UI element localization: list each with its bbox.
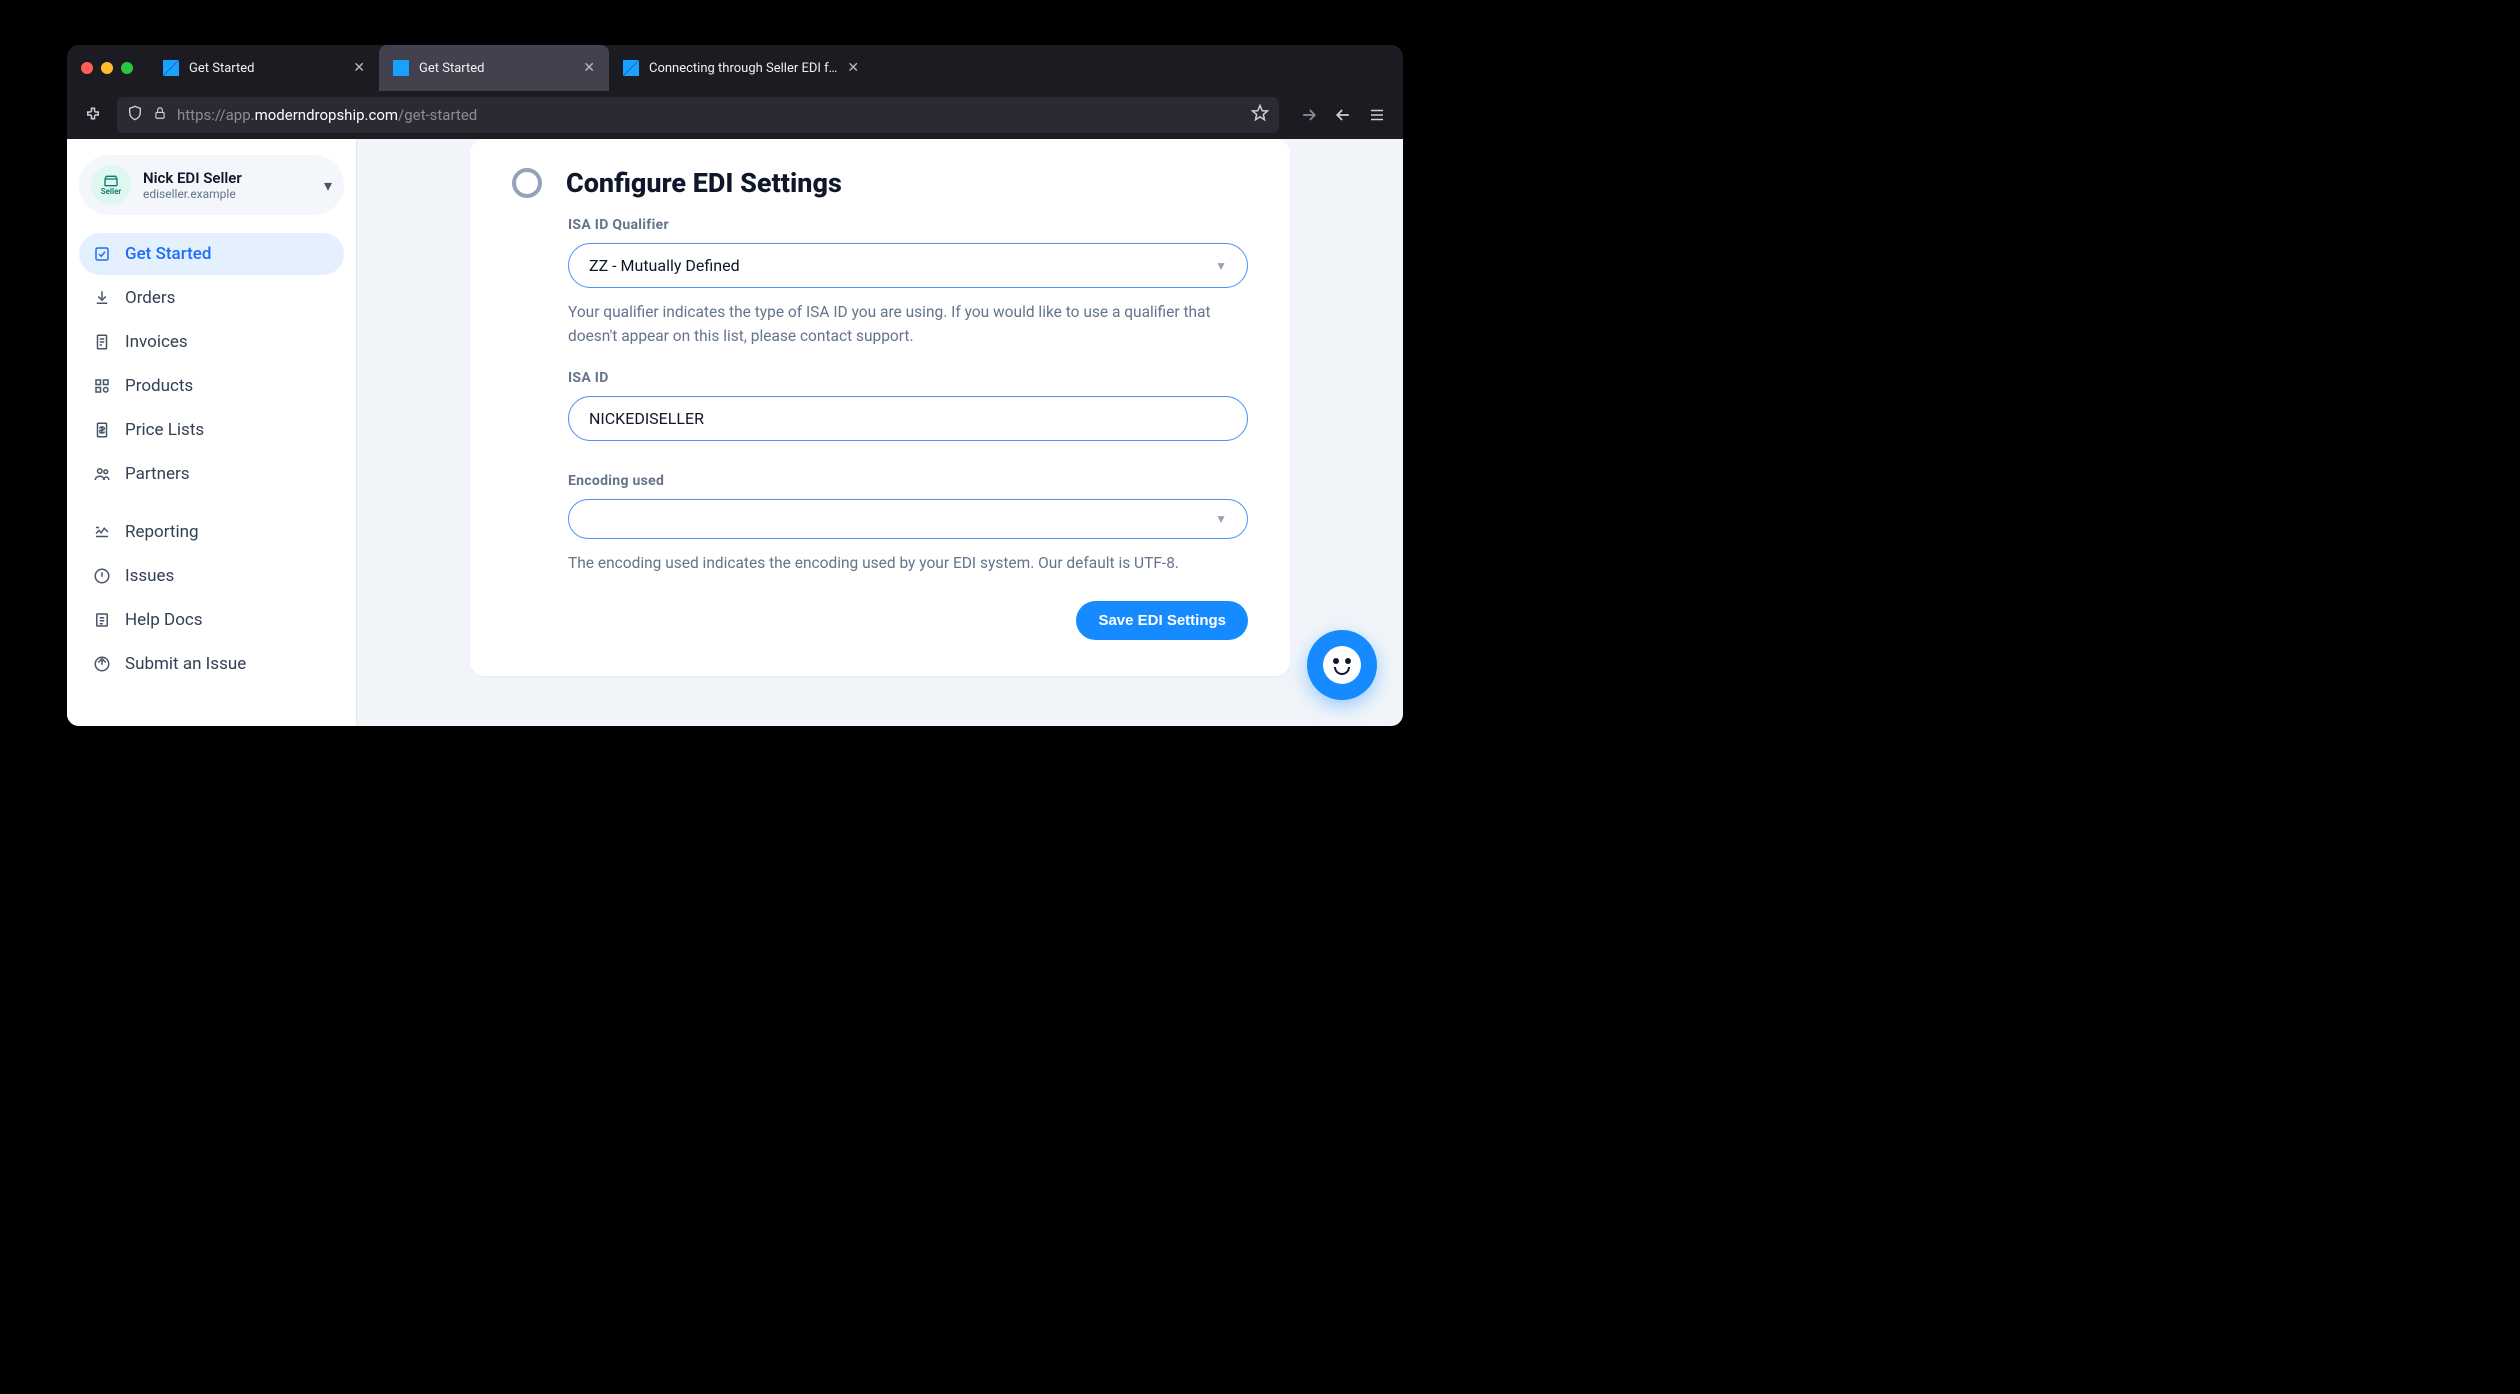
- qualifier-help: Your qualifier indicates the type of ISA…: [568, 300, 1248, 348]
- nav-submit-issue[interactable]: Submit an Issue: [79, 643, 344, 685]
- sidebar: Seller Nick EDI Seller ediseller.example…: [67, 139, 357, 726]
- tab-2[interactable]: Connecting through Seller EDI f… ✕: [609, 45, 873, 91]
- qualifier-select[interactable]: ZZ - Mutually Defined ▼: [568, 243, 1248, 288]
- tab-close-icon[interactable]: ✕: [353, 60, 365, 76]
- account-name: Nick EDI Seller: [143, 169, 242, 187]
- window-close[interactable]: [81, 62, 93, 74]
- main: Configure EDI Settings ISA ID Qualifier …: [357, 139, 1403, 726]
- menu-icon[interactable]: [1363, 101, 1391, 129]
- tab-close-icon[interactable]: ✕: [583, 60, 595, 76]
- account-subdomain: ediseller.example: [143, 187, 242, 201]
- nav-partners[interactable]: Partners: [79, 453, 344, 495]
- isa-input-wrapper: [568, 396, 1248, 441]
- traffic-lights: [81, 62, 133, 74]
- qualifier-label: ISA ID Qualifier: [568, 217, 1248, 233]
- encoding-help: The encoding used indicates the encoding…: [568, 551, 1248, 575]
- favicon-icon: [163, 60, 179, 76]
- nav-list: Get Started Orders Invoices Products Pri…: [79, 233, 344, 685]
- step-indicator-icon: [512, 168, 542, 198]
- chevron-down-icon: ▼: [1215, 512, 1227, 526]
- toolbar-right: [1295, 101, 1391, 129]
- bookmark-icon[interactable]: [1251, 104, 1269, 126]
- tab-strip: Get Started ✕ Get Started ✕ Connecting t…: [149, 45, 873, 91]
- chat-fab[interactable]: [1307, 630, 1377, 700]
- settings-card: Configure EDI Settings ISA ID Qualifier …: [470, 139, 1290, 676]
- encoding-select[interactable]: ▼: [568, 499, 1248, 539]
- tab-title: Get Started: [419, 61, 573, 76]
- nav-get-started[interactable]: Get Started: [79, 233, 344, 275]
- nav-orders[interactable]: Orders: [79, 277, 344, 319]
- encoding-label: Encoding used: [568, 473, 1248, 489]
- nav-products[interactable]: Products: [79, 365, 344, 407]
- tab-0[interactable]: Get Started ✕: [149, 45, 379, 91]
- nav-reporting[interactable]: Reporting: [79, 511, 344, 553]
- back-icon[interactable]: [1329, 101, 1357, 129]
- chevron-down-icon: ▼: [1215, 259, 1227, 273]
- tab-close-icon[interactable]: ✕: [847, 60, 859, 76]
- page-content: Seller Nick EDI Seller ediseller.example…: [67, 139, 1403, 726]
- browser-window: Get Started ✕ Get Started ✕ Connecting t…: [67, 45, 1403, 726]
- nav-help-docs[interactable]: Help Docs: [79, 599, 344, 641]
- address-bar: https://app.moderndropship.com/get-start…: [67, 91, 1403, 139]
- lock-icon: [153, 105, 167, 125]
- page-title: Configure EDI Settings: [566, 167, 842, 199]
- extensions-icon[interactable]: [79, 101, 107, 129]
- url-box[interactable]: https://app.moderndropship.com/get-start…: [117, 97, 1279, 133]
- titlebar: Get Started ✕ Get Started ✕ Connecting t…: [67, 45, 1403, 91]
- save-button[interactable]: Save EDI Settings: [1076, 601, 1248, 640]
- tab-1[interactable]: Get Started ✕: [379, 45, 609, 91]
- tab-title: Get Started: [189, 61, 343, 76]
- favicon-icon: [623, 60, 639, 76]
- favicon-icon: [393, 60, 409, 76]
- isa-label: ISA ID: [568, 370, 1248, 386]
- nav-price-lists[interactable]: Price Lists: [79, 409, 344, 451]
- account-switcher[interactable]: Seller Nick EDI Seller ediseller.example…: [79, 155, 344, 215]
- qualifier-value: ZZ - Mutually Defined: [589, 256, 740, 275]
- window-zoom[interactable]: [121, 62, 133, 74]
- isa-input[interactable]: [589, 409, 1227, 428]
- chat-bot-icon: [1323, 646, 1361, 684]
- forward-icon[interactable]: [1295, 101, 1323, 129]
- shield-icon: [127, 104, 143, 126]
- url-text: https://app.moderndropship.com/get-start…: [177, 106, 477, 124]
- chevron-down-icon: ▾: [324, 176, 332, 195]
- nav-issues[interactable]: Issues: [79, 555, 344, 597]
- window-minimize[interactable]: [101, 62, 113, 74]
- tab-title: Connecting through Seller EDI f…: [649, 61, 837, 76]
- seller-badge: Seller: [91, 165, 131, 205]
- nav-invoices[interactable]: Invoices: [79, 321, 344, 363]
